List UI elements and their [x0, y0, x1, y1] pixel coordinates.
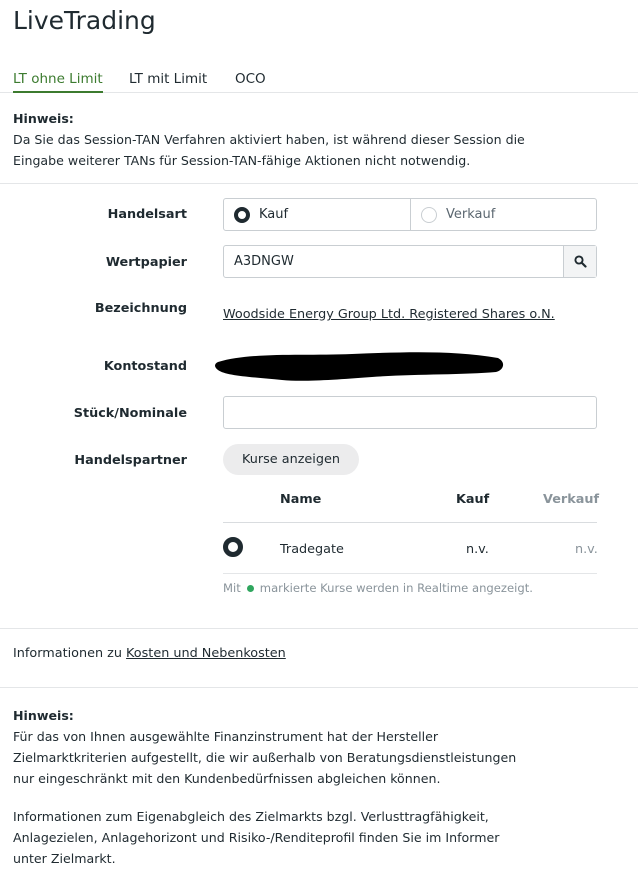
column-header-kauf: Kauf [456, 492, 490, 507]
target-market-info: Informationen zum Eigenabgleich des Ziel… [13, 806, 499, 869]
realtime-legend: Mit markierte Kurse werden in Realtime a… [223, 581, 533, 595]
kontostand-label: Kontostand [103, 359, 187, 374]
handelsart-radio-group: Kauf Verkauf [223, 198, 597, 231]
target-market-notice: Hinweis: Für das von Ihnen ausgewählte F… [13, 705, 516, 789]
target-info-line: Anlagezielen, Anlagehorizont und Risiko-… [13, 830, 500, 845]
wertpapier-value: A3DNGW [234, 254, 294, 269]
show-quotes-button[interactable]: Kurse anzeigen [223, 444, 359, 475]
wertpapier-input[interactable]: A3DNGW [223, 245, 597, 278]
radio-unselected-icon [421, 206, 437, 223]
divider [0, 628, 638, 629]
wertpapier-label: Wertpapier [105, 255, 187, 270]
tab-oco[interactable]: OCO [235, 71, 266, 93]
table-header-rule [223, 522, 597, 523]
partner-name: Tradegate [280, 542, 344, 557]
costs-info-prefix: Informationen zu [13, 646, 122, 661]
costs-info: Informationen zu Kosten und Nebenkosten [13, 646, 286, 661]
session-tan-notice: Hinweis: Da Sie das Session-TAN Verfahre… [13, 108, 525, 171]
divider [0, 687, 638, 688]
target-notice-heading: Hinweis: [13, 708, 74, 723]
stueck-input[interactable] [223, 396, 597, 429]
column-header-name: Name [280, 492, 322, 507]
bezeichnung-label: Bezeichnung [94, 301, 187, 316]
notice-heading: Hinweis: [13, 111, 74, 126]
column-header-verkauf: Verkauf [543, 492, 600, 507]
tab-lt-mit-limit[interactable]: LT mit Limit [129, 71, 207, 93]
table-row-rule [223, 573, 597, 574]
search-icon [573, 255, 587, 268]
notice-text-line: Da Sie das Session-TAN Verfahren aktivie… [13, 132, 525, 147]
legend-prefix: Mit [223, 581, 241, 595]
handelsart-label: Handelsart [107, 207, 187, 222]
legend-suffix: markierte Kurse werden in Realtime angez… [259, 581, 533, 595]
notice-text-line: Eingabe weiterer TANs für Session-TAN-fä… [13, 153, 471, 168]
search-button[interactable] [563, 246, 596, 277]
radio-verkauf[interactable]: Verkauf [410, 199, 596, 230]
security-name-link[interactable]: Woodside Energy Group Ltd. Registered Sh… [223, 307, 555, 322]
partner-radio-tradegate[interactable] [223, 537, 243, 557]
divider [0, 183, 638, 184]
page-title: LiveTrading [13, 6, 156, 35]
stueck-label: Stück/Nominale [73, 406, 187, 421]
radio-kauf[interactable]: Kauf [224, 199, 410, 230]
target-notice-line: nur eingeschränkt mit den Kundenbedürfni… [13, 771, 441, 786]
target-info-line: Informationen zum Eigenabgleich des Ziel… [13, 809, 489, 824]
target-notice-line: Für das von Ihnen ausgewählte Finanzinst… [13, 729, 439, 744]
costs-link[interactable]: Kosten und Nebenkosten [126, 646, 286, 661]
radio-verkauf-label: Verkauf [446, 207, 496, 222]
realtime-dot-icon [246, 584, 254, 592]
handelspartner-label: Handelspartner [74, 453, 187, 468]
tab-lt-ohne-limit[interactable]: LT ohne Limit [13, 71, 103, 93]
radio-selected-icon [234, 206, 250, 223]
target-notice-line: Zielmarktkriterien aufgestellt, die wir … [13, 750, 517, 765]
tab-bar: LT ohne Limit LT mit Limit OCO [0, 68, 638, 93]
radio-kauf-label: Kauf [259, 207, 289, 222]
redacted-balance [215, 352, 504, 381]
partner-verkauf: n.v. [575, 542, 598, 557]
partner-kauf: n.v. [466, 542, 489, 557]
target-info-line: unter Zielmarkt. [13, 851, 116, 866]
